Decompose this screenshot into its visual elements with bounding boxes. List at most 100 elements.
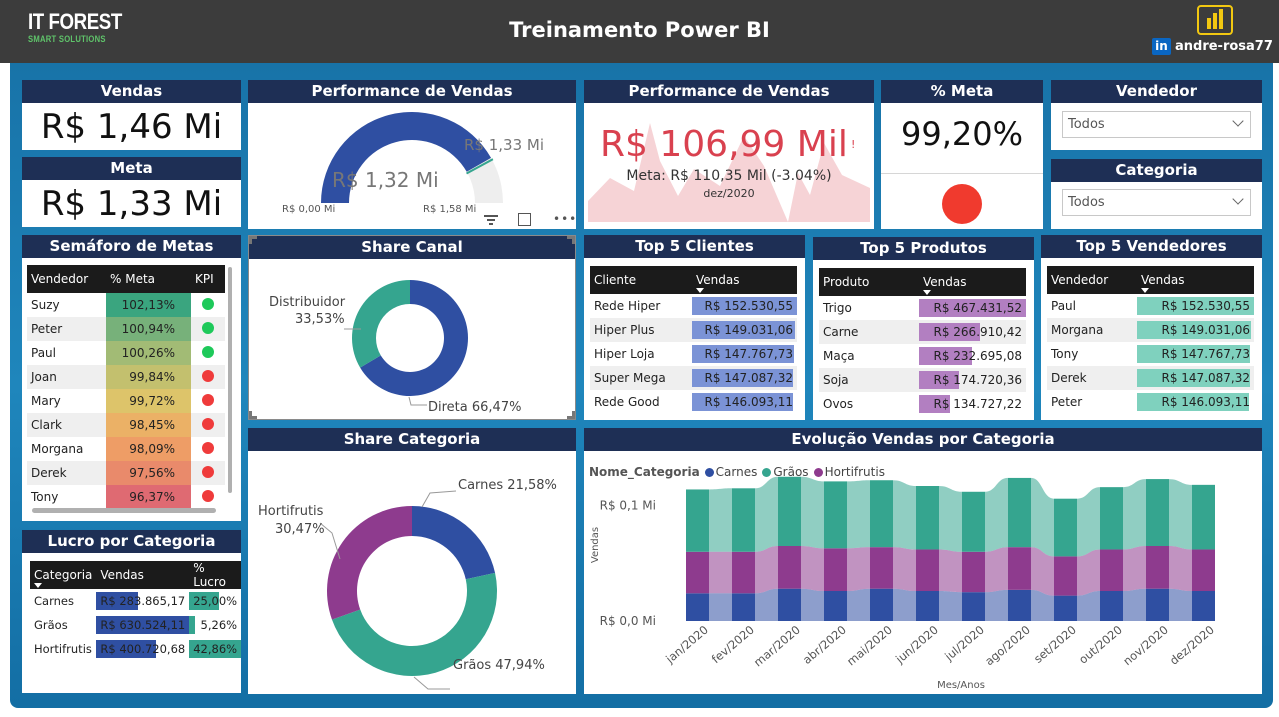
table-row[interactable]: Trigo R$ 467.431,52	[819, 296, 1026, 320]
table-row[interactable]: Paul R$ 152.530,55	[1047, 294, 1254, 318]
bar-segment[interactable]	[1146, 588, 1169, 621]
table-row[interactable]: Clark 98,45%	[27, 413, 225, 437]
vendas-value: R$ 147.087,32	[1161, 371, 1251, 385]
bar-segment[interactable]	[732, 593, 755, 621]
col-header-vendedor[interactable]: Vendedor	[1047, 266, 1137, 294]
bar-segment[interactable]	[1100, 549, 1123, 591]
table-row[interactable]: Mary 99,72%	[27, 389, 225, 413]
col-header-produto[interactable]: Produto	[819, 268, 919, 296]
table-row[interactable]: Morgana R$ 149.031,06	[1047, 318, 1254, 342]
bar-segment[interactable]	[1100, 487, 1123, 550]
bar-segment[interactable]	[916, 591, 939, 621]
categoria-dropdown[interactable]: Todos	[1062, 189, 1251, 216]
linkedin-username[interactable]: andre-rosa77	[1175, 39, 1273, 54]
col-header-vendas[interactable]: Vendas	[692, 266, 797, 294]
x-tick-label: nov/2020	[1120, 623, 1171, 669]
name-cell: Ovos	[823, 397, 854, 411]
bar-segment[interactable]	[1192, 549, 1215, 591]
table-row[interactable]: Hortifrutis R$ 400.720,68 42,86%	[30, 637, 241, 661]
col-header-vendedor[interactable]: Vendedor	[27, 265, 106, 293]
bar-segment[interactable]	[1054, 498, 1077, 557]
horizontal-scrollbar[interactable]	[32, 508, 216, 513]
bar-segment[interactable]	[824, 591, 847, 621]
bar-segment[interactable]	[686, 489, 709, 552]
donut-slice-hortifrutis[interactable]	[327, 506, 412, 620]
resize-handle[interactable]	[567, 411, 575, 419]
table-row[interactable]: Peter R$ 146.093,11	[1047, 390, 1254, 414]
table-row[interactable]: Morgana 98,09%	[27, 437, 225, 461]
resize-handle[interactable]	[249, 411, 257, 419]
table-row[interactable]: Soja R$ 174.720,36	[819, 368, 1026, 392]
chevron-down-icon	[1232, 115, 1244, 127]
bar-segment[interactable]	[962, 551, 985, 593]
resize-handle[interactable]	[567, 236, 575, 244]
bar-segment[interactable]	[870, 480, 893, 548]
donut-slice-distribuidor[interactable]	[352, 280, 410, 368]
filter-icon[interactable]	[484, 214, 498, 226]
bar-segment[interactable]	[1008, 477, 1031, 548]
bar-segment[interactable]	[732, 488, 755, 552]
bar-segment[interactable]	[916, 549, 939, 591]
bar-segment[interactable]	[962, 491, 985, 552]
table-row[interactable]: Carne R$ 266.910,42	[819, 320, 1026, 344]
table-row[interactable]: Ovos R$ 134.727,22	[819, 392, 1026, 416]
donut-slice-carnes[interactable]	[412, 506, 496, 580]
bar-segment[interactable]	[1008, 547, 1031, 590]
bar-segment[interactable]	[916, 486, 939, 550]
table-row[interactable]: Tony R$ 147.767,73	[1047, 342, 1254, 366]
bar-segment[interactable]	[778, 476, 801, 546]
table-row[interactable]: Grãos R$ 630.524,11 5,26%	[30, 613, 241, 637]
vendedor-dropdown[interactable]: Todos	[1062, 111, 1251, 138]
bar-segment[interactable]	[1054, 556, 1077, 596]
bar-segment[interactable]	[1192, 591, 1215, 621]
resize-handle[interactable]	[249, 236, 257, 244]
bar-segment[interactable]	[870, 547, 893, 589]
table-row[interactable]: Joan 99,84%	[27, 365, 225, 389]
pct-meta-title: % Meta	[881, 80, 1043, 103]
col-header-pct-lucro[interactable]: % Lucro	[189, 561, 241, 589]
table-row[interactable]: Maça R$ 232.695,08	[819, 344, 1026, 368]
bar-segment[interactable]	[824, 548, 847, 591]
table-row[interactable]: Paul 100,26%	[27, 341, 225, 365]
gauge-card[interactable]: Performance de Vendas R$ 1,32 Mi R$ 1,33…	[248, 80, 576, 229]
bar-segment[interactable]	[1054, 595, 1077, 621]
bar-segment[interactable]	[1146, 546, 1169, 589]
bar-segment[interactable]	[824, 481, 847, 549]
col-header-pct-meta[interactable]: % Meta	[106, 265, 191, 293]
pct-meta-cell: 99,84%	[106, 365, 191, 389]
table-row[interactable]: Suzy 102,13%	[27, 293, 225, 317]
table-row[interactable]: Hiper Plus R$ 149.031,06	[590, 318, 797, 342]
bar-segment[interactable]	[686, 551, 709, 594]
focus-mode-icon[interactable]	[518, 213, 531, 226]
col-header-vendas[interactable]: Vendas	[96, 561, 190, 589]
bar-segment[interactable]	[1192, 484, 1215, 550]
table-row[interactable]: Carnes R$ 283.865,17 25,00%	[30, 589, 241, 613]
bar-segment[interactable]	[1146, 479, 1169, 546]
table-row[interactable]: Derek 97,56%	[27, 461, 225, 485]
more-options-icon[interactable]: •••	[553, 213, 576, 225]
bar-segment[interactable]	[732, 551, 755, 594]
table-row[interactable]: Tony 96,37%	[27, 485, 225, 509]
linkedin-link[interactable]: in andre-rosa77	[1152, 38, 1273, 55]
bar-segment[interactable]	[962, 592, 985, 621]
share-canal-card[interactable]: Share Canal Distribuidor 33,53% Direta 6…	[248, 235, 576, 420]
vertical-scrollbar[interactable]	[228, 267, 232, 493]
bar-segment[interactable]	[686, 593, 709, 621]
bar-segment[interactable]	[1008, 589, 1031, 621]
table-row[interactable]: Derek R$ 147.087,32	[1047, 366, 1254, 390]
bar-segment[interactable]	[778, 588, 801, 621]
table-row[interactable]: Super Mega R$ 147.087,32	[590, 366, 797, 390]
col-header-vendas[interactable]: Vendas	[1137, 266, 1254, 294]
table-row[interactable]: Rede Hiper R$ 152.530,55	[590, 294, 797, 318]
bar-segment[interactable]	[1100, 591, 1123, 621]
col-header-categoria[interactable]: Categoria	[30, 561, 97, 589]
series-ribbon	[985, 477, 1008, 552]
bar-segment[interactable]	[870, 588, 893, 621]
table-row[interactable]: Peter 100,94%	[27, 317, 225, 341]
table-row[interactable]: Hiper Loja R$ 147.767,73	[590, 342, 797, 366]
table-row[interactable]: Rede Good R$ 146.093,11	[590, 390, 797, 414]
bar-segment[interactable]	[778, 546, 801, 589]
col-header-vendas[interactable]: Vendas	[919, 268, 1026, 296]
col-header-cliente[interactable]: Cliente	[590, 266, 692, 294]
col-header-kpi[interactable]: KPI	[191, 265, 225, 293]
